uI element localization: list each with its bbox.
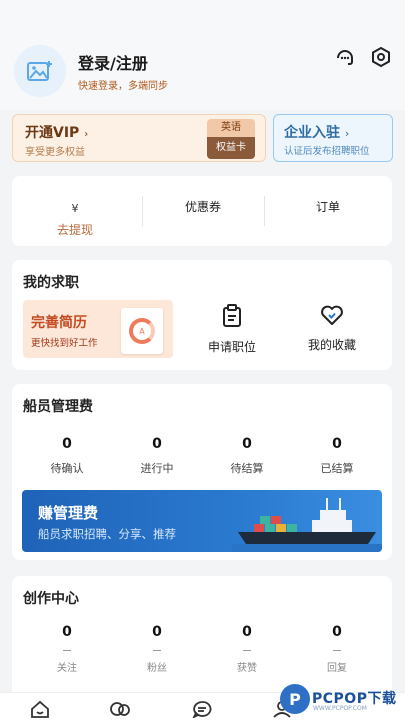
stat-label: 进行中 bbox=[140, 462, 174, 475]
message-icon[interactable] bbox=[191, 699, 213, 719]
ship-icon[interactable] bbox=[109, 699, 131, 719]
avatar-placeholder-icon bbox=[27, 61, 52, 81]
creation-center-title: 创作中心 bbox=[23, 591, 79, 607]
stat-value: 0 bbox=[152, 624, 162, 640]
stat-value: 0 bbox=[242, 624, 252, 640]
my-favorites-label: 我的收藏 bbox=[307, 338, 356, 352]
apply-jobs-button[interactable]: 申请职位 bbox=[192, 304, 272, 355]
stat-value: 0 bbox=[62, 436, 72, 452]
resume-subtitle: 更快找到好工作 bbox=[31, 338, 98, 349]
login-subtitle: 快速登录，多端同步 bbox=[78, 81, 168, 92]
pcpop-watermark: P PCPOP下载 WWW.PCPOP.COM bbox=[280, 684, 405, 720]
stat-label: 已结算 bbox=[320, 462, 354, 475]
settings-icon[interactable] bbox=[368, 44, 394, 70]
wallet-card: ¥ 去提现 优惠券 订单 bbox=[12, 176, 392, 246]
banner-subtitle: 船员求职招聘、分享、推荐 bbox=[38, 527, 176, 541]
orders-label: 订单 bbox=[315, 200, 340, 214]
stat-following[interactable]: 0 关注 bbox=[27, 624, 107, 674]
stat-value: 0 bbox=[152, 436, 162, 452]
vip-english-badge: 英语 权益卡 bbox=[207, 119, 255, 159]
cargo-ship-icon bbox=[232, 498, 382, 552]
job-search-title: 我的求职 bbox=[23, 275, 79, 291]
stat-value: 0 bbox=[332, 624, 342, 640]
withdraw-item[interactable]: ¥ 去提现 bbox=[12, 176, 138, 246]
stat-label: 粉丝 bbox=[147, 663, 167, 674]
resume-progress-ring: A bbox=[129, 318, 155, 344]
currency-symbol: ¥ bbox=[71, 202, 79, 215]
coupons-label: 优惠券 bbox=[184, 200, 221, 214]
divider bbox=[243, 650, 251, 651]
stat-value: 0 bbox=[62, 624, 72, 640]
enterprise-card[interactable]: 企业入驻 › 认证后发布招聘职位 bbox=[273, 114, 393, 162]
stat-label: 待确认 bbox=[50, 462, 84, 475]
watermark-site: WWW.PCPOP.COM bbox=[313, 705, 367, 712]
stat-fans[interactable]: 0 粉丝 bbox=[117, 624, 197, 674]
stat-settled[interactable]: 0 已结算 bbox=[297, 436, 377, 476]
stat-label: 回复 bbox=[327, 663, 347, 674]
avatar[interactable] bbox=[14, 45, 66, 97]
withdraw-label: 去提现 bbox=[56, 223, 93, 237]
heart-icon bbox=[321, 305, 343, 325]
profile-header: 登录/注册 快速登录，多端同步 bbox=[0, 0, 405, 110]
stat-pending-confirm[interactable]: 0 待确认 bbox=[27, 436, 107, 476]
orders-item[interactable]: 订单 bbox=[264, 176, 392, 246]
stat-label: 关注 bbox=[57, 663, 77, 674]
login-register-link[interactable]: 登录/注册 bbox=[78, 50, 148, 74]
stat-value: 0 bbox=[332, 436, 342, 452]
stat-likes[interactable]: 0 获赞 bbox=[207, 624, 287, 674]
banner-title: 赚管理费 bbox=[38, 504, 99, 522]
divider bbox=[333, 650, 341, 651]
divider bbox=[153, 650, 161, 651]
stat-in-progress[interactable]: 0 进行中 bbox=[117, 436, 197, 476]
customer-service-icon[interactable] bbox=[332, 44, 358, 70]
divider bbox=[63, 650, 71, 651]
home-icon[interactable] bbox=[29, 699, 51, 719]
pcpop-logo: P bbox=[280, 684, 310, 714]
crew-fee-title: 船员管理费 bbox=[23, 399, 93, 415]
complete-resume-card[interactable]: 完善简历 更快找到好工作 A bbox=[23, 300, 173, 358]
stat-label: 获赞 bbox=[237, 663, 257, 674]
my-favorites-button[interactable]: 我的收藏 bbox=[292, 304, 372, 353]
badge-top-label: 英语 bbox=[207, 119, 255, 137]
vip-card[interactable]: 开通VIP › 享受更多权益 英语 权益卡 bbox=[12, 114, 266, 162]
enterprise-subtitle: 认证后发布招聘职位 bbox=[284, 146, 370, 157]
job-search-card: 我的求职 完善简历 更快找到好工作 A 申请职位 我的收藏 bbox=[12, 260, 392, 370]
badge-bottom-label: 权益卡 bbox=[207, 137, 255, 159]
resume-title: 完善简历 bbox=[31, 315, 87, 331]
stat-pending-settlement[interactable]: 0 待结算 bbox=[207, 436, 287, 476]
stat-label: 待结算 bbox=[230, 462, 264, 475]
stat-value: 0 bbox=[242, 436, 252, 452]
vip-subtitle: 享受更多权益 bbox=[25, 147, 85, 158]
clipboard-icon bbox=[223, 304, 241, 327]
apply-jobs-label: 申请职位 bbox=[207, 340, 256, 354]
enterprise-title: 企业入驻 › bbox=[284, 125, 350, 141]
coupons-item[interactable]: 优惠券 bbox=[142, 176, 264, 246]
crew-fee-card: 船员管理费 0 待确认 0 进行中 0 待结算 0 已结算 赚管理费 船员求职招… bbox=[12, 384, 392, 560]
vip-title: 开通VIP › bbox=[25, 125, 89, 141]
stat-replies[interactable]: 0 回复 bbox=[297, 624, 377, 674]
earn-fee-banner[interactable]: 赚管理费 船员求职招聘、分享、推荐 bbox=[22, 490, 382, 552]
